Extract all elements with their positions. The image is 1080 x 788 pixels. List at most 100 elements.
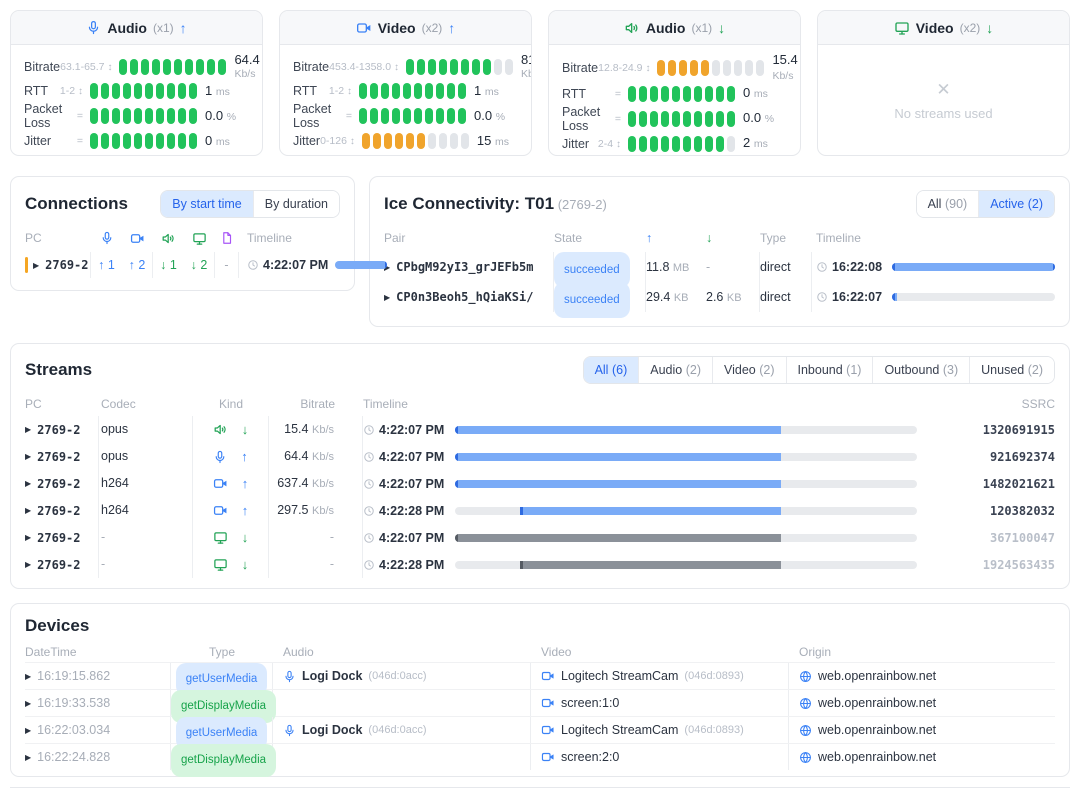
stream-row[interactable]: ▶2769-2 - ↓ - 4:22:07 PM 367100047 <box>25 524 1055 551</box>
timeline-bar <box>455 426 917 434</box>
expand-caret[interactable]: ▶ <box>25 560 31 569</box>
active-pairs-button[interactable]: Active (2) <box>979 191 1054 217</box>
filter-inbound-button[interactable]: Inbound (1) <box>787 357 874 383</box>
quality-bars <box>362 133 469 149</box>
metric-label: RTT <box>562 87 586 101</box>
filter-unused-button[interactable]: Unused (2) <box>970 357 1054 383</box>
pair-id: CP0n3Beoh5_hQiaKSi/ <box>396 290 533 304</box>
device-row[interactable]: ▶16:22:24.828 getDisplayMedia screen:2:0… <box>25 743 1055 770</box>
bitrate-row: Bitrate 63.1-65.7 ↕ 64.4Kb/s <box>24 53 249 80</box>
bitrate-row: Bitrate 453.4-1358.0 ↕ 815.8Kb/s <box>293 53 518 80</box>
expand-caret[interactable]: ▶ <box>384 293 390 302</box>
quality-bars <box>628 111 735 127</box>
file-icon <box>220 231 234 245</box>
expand-caret[interactable]: ▶ <box>25 425 31 434</box>
stream-row[interactable]: ▶2769-2 opus ↓ 15.4 Kb/s 4:22:07 PM 1320… <box>25 416 1055 443</box>
ice-connectivity-panel: Ice Connectivity: T01 (2769-2) All (90) … <box>369 176 1070 327</box>
device-row[interactable]: ▶16:22:03.034 getUserMedia Logi Dock(046… <box>25 716 1055 743</box>
ice-filter-toggle: All (90) Active (2) <box>916 190 1055 218</box>
pair-header: Pair <box>384 231 554 245</box>
metric-range: 0-126 ↕ <box>320 135 355 147</box>
audio-header: Audio <box>273 645 531 659</box>
connection-row[interactable]: ▶2769-2 ↑ 1 ↑ 2 ↓ 1 ↓ 2 - 4:22:07 PM <box>25 252 340 278</box>
video-inbound-card: Video (x2) ↓ ✕ No streams used <box>817 10 1070 156</box>
up-arrow-icon: ↑ <box>180 20 187 36</box>
metric-range: = <box>77 135 83 147</box>
camera-icon <box>541 750 555 764</box>
metric-value: 0.0 % <box>474 109 518 124</box>
up-arrow-icon: ↑ <box>241 449 248 464</box>
expand-caret[interactable]: ▶ <box>33 261 39 270</box>
quality-bars <box>90 108 197 124</box>
rtt-row: RTT 1-2 ↕ 1 ms <box>24 80 249 102</box>
pc-id: 2769-2 <box>37 450 80 464</box>
connections-sort-toggle: By start time By duration <box>160 190 340 218</box>
metric-value: 15 ms <box>477 134 521 149</box>
expand-caret[interactable]: ▶ <box>25 699 31 708</box>
expand-caret[interactable]: ▶ <box>25 672 31 681</box>
packet-loss-row: Packet Loss = 0.0 % <box>24 102 249 130</box>
updown-icon: ↕ <box>616 139 621 150</box>
pc-id: 2769-2 <box>45 258 88 272</box>
metric-label: Packet Loss <box>24 102 77 130</box>
bitrate-row: Bitrate 12.8-24.9 ↕ 15.4 Kb/s <box>562 53 787 83</box>
stream-row[interactable]: ▶2769-2 opus ↑ 64.4 Kb/s 4:22:07 PM 9216… <box>25 443 1055 470</box>
connections-header: PC Timeline <box>25 228 340 248</box>
metric-range: = <box>615 88 621 100</box>
metric-value: 0.0 % <box>205 109 249 124</box>
device-row[interactable]: ▶16:19:15.862 getUserMedia Logi Dock(046… <box>25 662 1055 689</box>
clock-icon <box>363 559 375 571</box>
down-arrow-icon: ↓ <box>242 557 249 572</box>
by-start-time-button[interactable]: By start time <box>161 191 253 217</box>
globe-icon <box>799 724 812 737</box>
pc-header: PC <box>25 397 99 411</box>
filter-video-button[interactable]: Video (2) <box>713 357 787 383</box>
device-row[interactable]: ▶16:19:33.538 getDisplayMedia screen:1:0… <box>25 689 1055 716</box>
metric-value: 0 ms <box>205 134 249 149</box>
stream-row[interactable]: ▶2769-2 - ↓ - 4:22:28 PM 1924563435 <box>25 551 1055 578</box>
origin-host: web.openrainbow.net <box>818 750 936 764</box>
devices-panel: Devices DateTime Type Audio Video Origin… <box>10 603 1070 777</box>
expand-caret[interactable]: ▶ <box>25 506 31 515</box>
devices-header: DateTime Type Audio Video Origin <box>25 642 1055 662</box>
updown-icon: ↕ <box>645 63 650 74</box>
clock-icon <box>363 451 375 463</box>
quality-bars <box>359 83 466 99</box>
all-pairs-button[interactable]: All (90) <box>917 191 980 217</box>
camera-icon <box>356 20 372 36</box>
metric-range: 12.8-24.9 ↕ <box>598 62 650 74</box>
codec: opus <box>99 443 193 470</box>
stream-row[interactable]: ▶2769-2 h264 ↑ 297.5 Kb/s 4:22:28 PM 120… <box>25 497 1055 524</box>
metric-label: Packet Loss <box>562 105 615 133</box>
timeline-bar <box>892 263 1055 271</box>
metric-range: 1-2 ↕ <box>60 85 83 97</box>
timeline-bar <box>455 534 917 542</box>
streams-filter-group: All (6) Audio (2) Video (2) Inbound (1) … <box>583 356 1055 384</box>
expand-caret[interactable]: ▶ <box>25 452 31 461</box>
pair-time: 16:22:07 <box>832 290 882 304</box>
clock-icon <box>816 261 828 273</box>
ice-pair-row[interactable]: ▶CP0n3Beoh5_hQiaKSi/ succeeded 29.4 KB 2… <box>384 282 1055 312</box>
by-duration-button[interactable]: By duration <box>254 191 339 217</box>
ice-subtitle: (2769-2) <box>558 197 607 212</box>
filter-outbound-button[interactable]: Outbound (3) <box>873 357 970 383</box>
card-count: (x2) <box>960 21 981 35</box>
stream-time: 4:22:28 PM <box>379 558 444 572</box>
filter-all-button[interactable]: All (6) <box>584 357 640 383</box>
expand-caret[interactable]: ▶ <box>25 533 31 542</box>
expand-caret[interactable]: ▶ <box>25 753 31 762</box>
card-header: Audio (x1) ↓ <box>549 11 800 45</box>
audio-down-count: ↓ 1 <box>153 258 184 272</box>
ice-pair-row[interactable]: ▶CPbgM92yI3_grJEFb5m succeeded 11.8 MB -… <box>384 252 1055 282</box>
down-arrow-icon: ↓ <box>986 20 993 36</box>
rtt-row: RTT = 0 ms <box>562 83 787 105</box>
card-count: (x1) <box>153 21 174 35</box>
filter-audio-button[interactable]: Audio (2) <box>639 357 713 383</box>
ice-header: Pair State ↑ ↓ Type Timeline <box>384 228 1055 248</box>
stream-row[interactable]: ▶2769-2 h264 ↑ 637.4 Kb/s 4:22:07 PM 148… <box>25 470 1055 497</box>
expand-caret[interactable]: ▶ <box>25 479 31 488</box>
mic-icon <box>283 670 296 683</box>
metric-range: = <box>77 110 83 122</box>
expand-caret[interactable]: ▶ <box>25 726 31 735</box>
clock-icon <box>816 291 828 303</box>
